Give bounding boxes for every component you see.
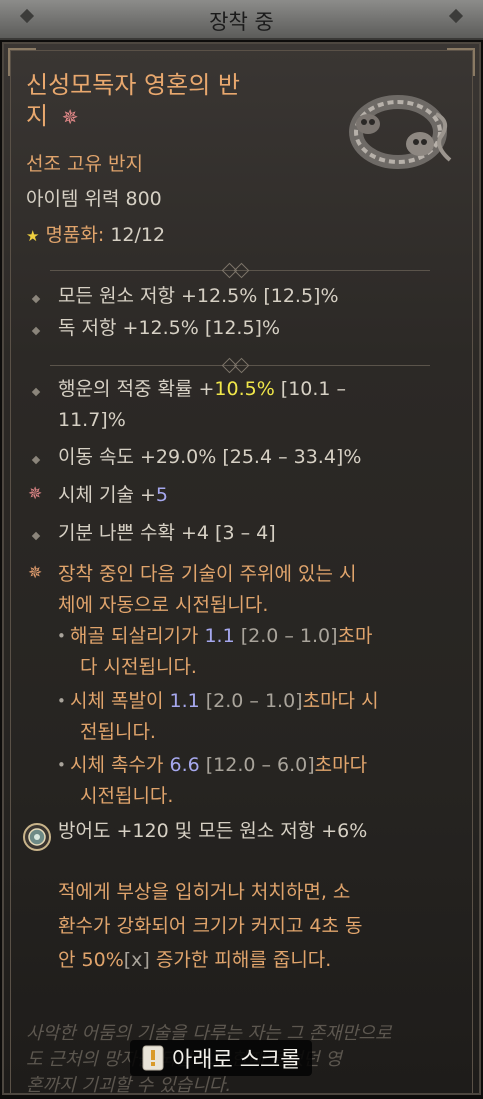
subskill-bullet-icon: • (57, 627, 66, 645)
subskill-corpse-tendrils: 시체 촉수가 6.6 [12.0 – 6.0]초마다 (70, 750, 367, 781)
subskill-corpse-tendrils-value: 6.6 (169, 754, 200, 776)
scroll-key-icon (142, 1045, 164, 1071)
subskill-corpse-explosion: 시체 폭발이 1.1 [2.0 – 1.0]초마다 시 (70, 686, 379, 717)
subskill-corpse-tendrils-range: [12.0 – 6.0] (199, 754, 315, 776)
unique-effect-line2: 환수가 강화되어 크기가 커지고 4초 동 (58, 915, 363, 937)
affix-lucky-hit: 행운의 적중 확률 +10.5% [10.1 – (58, 374, 346, 405)
masterwork-star-icon: ★ (26, 227, 40, 245)
socket-gem-icon (23, 823, 51, 851)
unique-effect-line3-suffix: 증가한 피해를 줍니다. (149, 949, 332, 971)
greater-affix-icon: ✵ (28, 484, 43, 504)
masterwork-label: 명품화: (45, 224, 105, 246)
affix-corpse-skills: 시체 기술 +5 (58, 480, 168, 511)
item-power: 아이템 위력 800 (26, 188, 162, 210)
affix-lucky-hit-value: 10.5% (214, 378, 275, 400)
affix-lucky-hit-range: [10.1 – (274, 378, 347, 400)
scroll-down-label: 아래로 스크롤 (172, 1048, 301, 1073)
autocast-line2: 체에 자동으로 시전됩니다. (58, 594, 269, 616)
subskill-corpse-tendrils-suffix: 초마다 (314, 754, 368, 776)
ring-item-icon (349, 95, 452, 169)
subskill-bullet-icon: • (57, 756, 66, 774)
subskill-raise-skeleton: 해골 되살리기가 1.1 [2.0 – 1.0]초마 (70, 621, 373, 652)
affix-move-speed: 이동 속도 +29.0% [25.4 – 33.4]% (58, 446, 362, 468)
subskill-raise-skeleton-line2: 다 시전됩니다. (80, 656, 197, 678)
equipped-header: 장착 중 (0, 0, 483, 40)
subskill-corpse-explosion-suffix: 초마다 시 (302, 690, 379, 712)
subskill-raise-skeleton-range: [2.0 – 1.0] (234, 625, 338, 647)
frame-corner-top-right (447, 48, 475, 76)
flavor-line3: 혼까지 기괴할 수 있습니다. (26, 1075, 232, 1096)
item-name-line2-wrap: 지 ✵ (26, 101, 316, 133)
unique-effect-multiplier-tag: [x] (123, 949, 150, 971)
subskill-corpse-explosion-line2: 전됩니다. (80, 721, 156, 743)
subskill-corpse-tendrils-line2: 시전됩니다. (80, 785, 174, 807)
item-name-line1: 신성모독자 영혼의 반 (26, 71, 240, 99)
unique-effect-line3: 안 50%[x] 증가한 피해를 줍니다. (58, 945, 331, 976)
subskill-raise-skeleton-value: 1.1 (204, 625, 235, 647)
masterwork-row: ★ 명품화: 12/12 (26, 220, 165, 252)
unique-effect-line1: 적에게 부상을 입히거나 처치하면, 소 (58, 881, 351, 903)
unique-effect-line3-prefix: 안 50% (58, 949, 124, 971)
masterwork-value: 12/12 (110, 224, 166, 246)
subskill-corpse-tendrils-name: 시체 촉수가 (70, 754, 170, 776)
subskill-raise-skeleton-suffix: 초마 (337, 625, 373, 647)
subskill-corpse-explosion-value: 1.1 (169, 690, 200, 712)
subskill-bullet-icon: • (57, 692, 66, 710)
subskill-corpse-explosion-name: 시체 폭발이 (70, 690, 170, 712)
affix-lucky-hit-prefix: 행운의 적중 확률 + (58, 378, 215, 400)
subskill-corpse-explosion-range: [2.0 – 1.0] (199, 690, 303, 712)
implicit-all-resist: 모든 원소 저항 +12.5% [12.5]% (58, 285, 339, 307)
autocast-line1: 장착 중인 다음 기술이 주위에 있는 시 (58, 563, 357, 585)
item-type: 선조 고유 반지 (26, 153, 143, 175)
unique-star-icon: ✵ (61, 105, 79, 129)
implicit-poison-resist: 독 저항 +12.5% [12.5]% (58, 317, 281, 339)
item-name: 신성모독자 영혼의 반 지 ✵ (26, 70, 316, 133)
affix-bad-harvest: 기분 나쁜 수확 +4 [3 – 4] (58, 522, 276, 544)
affix-corpse-skills-label: 시체 기술 + (58, 484, 156, 506)
subskill-raise-skeleton-name: 해골 되살리기가 (70, 625, 205, 647)
socket-bonus: 방어도 +120 및 모든 원소 저항 +6% (58, 820, 368, 842)
scroll-down-hint[interactable]: 아래로 스크롤 (130, 1040, 313, 1076)
header-title: 장착 중 (209, 10, 274, 34)
affix-corpse-skills-value: 5 (155, 484, 169, 506)
item-name-line2: 지 (26, 102, 49, 130)
aspect-effect-icon: ✵ (28, 563, 43, 583)
affix-lucky-hit-line2: 11.7]% (58, 409, 126, 431)
